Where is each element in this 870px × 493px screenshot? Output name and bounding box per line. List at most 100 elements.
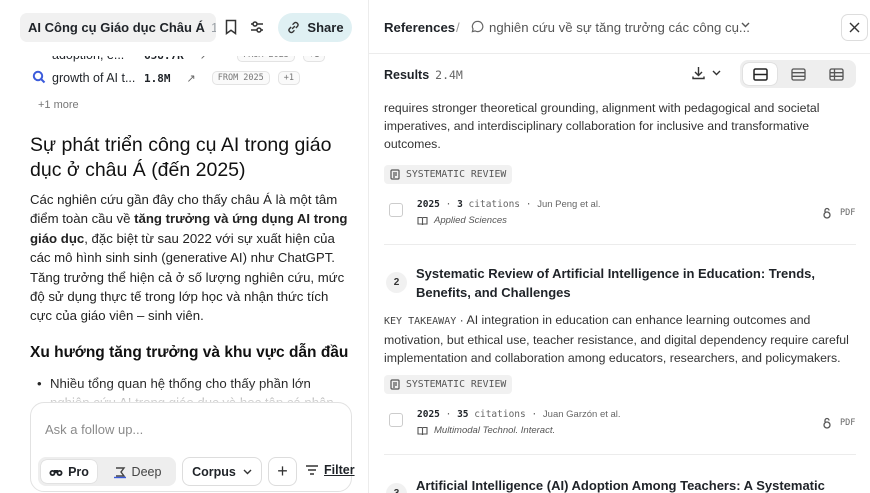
chat-bubble-icon xyxy=(471,20,484,33)
meta-line: 2025 · 3 citations · Jun Peng et al. xyxy=(417,199,601,210)
abstract-text: requires stronger theoretical grounding,… xyxy=(384,101,820,151)
deep-label: Deep xyxy=(131,464,162,479)
journal: Multimodal Technol. Interact. xyxy=(434,425,556,436)
result-separator xyxy=(384,454,856,455)
filter-button[interactable]: Filter xyxy=(305,463,355,477)
external-arrow-icon: ↗ xyxy=(186,72,196,85)
open-access-lock-icon xyxy=(823,207,831,219)
rows-view-icon xyxy=(790,67,806,81)
deep-search-icon xyxy=(113,466,126,478)
table-view-button[interactable] xyxy=(819,63,853,85)
results-label: Results xyxy=(384,68,430,82)
thread-panel: AI Công cụ Giáo dục Châu Á1 Share adopti… xyxy=(0,0,368,493)
references-title: References xyxy=(384,20,456,35)
source-count: 1.8M xyxy=(144,71,171,85)
result-number-badge: 3 xyxy=(386,483,407,493)
journal-line: Multimodal Technol. Interact. xyxy=(417,425,555,436)
document-icon xyxy=(390,169,400,180)
query-breadcrumb[interactable]: nghiên cứu về sự tăng trưởng các công cụ… xyxy=(489,20,750,35)
chevron-down-icon xyxy=(243,469,252,474)
follow-up-input[interactable]: Ask a follow up... xyxy=(45,422,143,437)
journal: Applied Sciences xyxy=(434,215,507,226)
select-checkbox[interactable] xyxy=(389,203,403,217)
article-paragraph: Các nghiên cứu gần đây cho thấy châu Á l… xyxy=(30,190,352,326)
filter-label: Filter xyxy=(324,463,355,477)
article-heading: Sự phát triển công cụ AI trong giáo dục … xyxy=(30,134,332,181)
close-icon xyxy=(849,22,860,33)
plus-icon: + xyxy=(277,461,288,481)
pro-mode-button[interactable]: Pro xyxy=(41,460,97,483)
authors: Jun Peng et al. xyxy=(537,199,601,210)
journal-line: Applied Sciences xyxy=(417,215,507,226)
table-view-icon xyxy=(828,67,844,81)
thread-title-pill[interactable]: AI Công cụ Giáo dục Châu Á 1 xyxy=(20,13,216,42)
share-label: Share xyxy=(307,20,344,35)
source-date-chip: FROM 2025 xyxy=(211,71,270,85)
download-button[interactable] xyxy=(691,65,721,80)
add-button[interactable]: + xyxy=(268,457,297,486)
tag-label: SYSTEMATIC REVIEW xyxy=(406,379,507,390)
filter-icon xyxy=(306,465,318,475)
result-title[interactable]: Systematic Review of Artificial Intellig… xyxy=(416,264,856,302)
book-icon xyxy=(417,426,428,435)
share-button[interactable]: Share xyxy=(278,13,352,42)
open-access-lock-icon xyxy=(823,417,831,429)
article-subheading: Xu hướng tăng trưởng và khu vực dẫn đầu xyxy=(30,344,349,361)
view-switcher xyxy=(740,60,856,88)
thread-count: 1 xyxy=(210,20,216,35)
close-button[interactable] xyxy=(841,14,868,41)
download-icon xyxy=(692,67,705,80)
citation-count: 3 xyxy=(457,199,463,210)
study-type-tag: SYSTEMATIC REVIEW xyxy=(384,165,513,184)
references-panel: References / nghiên cứu về sự tăng trưởn… xyxy=(369,0,870,493)
results-number: 2.4M xyxy=(435,68,463,82)
binoculars-icon xyxy=(49,469,63,476)
citations-label: citations xyxy=(468,199,521,210)
chevron-down-icon[interactable] xyxy=(741,22,750,28)
result-meta: 2025 · 35 citations · Juan Garzón et al.… xyxy=(389,409,859,443)
list-view-button[interactable] xyxy=(743,63,777,85)
pro-label: Pro xyxy=(68,464,89,479)
bookmark-icon[interactable] xyxy=(222,18,240,36)
result-abstract: requires stronger theoretical grounding,… xyxy=(384,99,854,155)
thread-topbar: AI Công cụ Giáo dục Châu Á 1 Share xyxy=(0,0,368,56)
breadcrumb-separator: / xyxy=(456,20,460,35)
result-title[interactable]: Artificial Intelligence (AI) Adoption Am… xyxy=(416,476,856,493)
source-extra-chip: +1 xyxy=(277,71,301,85)
result-abstract: KEY TAKEAWAY · AI integration in educati… xyxy=(384,313,849,365)
results-count: Results 2.4M xyxy=(384,68,463,82)
more-sources-link[interactable]: +1 more xyxy=(38,99,79,111)
citations-label: citations xyxy=(474,409,526,420)
mode-switch: Pro Deep xyxy=(38,457,176,486)
citation-count: 35 xyxy=(457,409,469,420)
key-takeaway-label: KEY TAKEAWAY xyxy=(384,316,457,327)
result-number-badge: 2 xyxy=(386,272,407,293)
settings-sliders-icon[interactable] xyxy=(248,18,266,36)
thread-title: AI Công cụ Giáo dục Châu Á xyxy=(28,20,205,35)
pdf-label: PDF xyxy=(840,208,856,218)
source-title: growth of AI t... xyxy=(52,71,136,85)
pdf-link[interactable]: PDF xyxy=(822,417,855,429)
deep-mode-button[interactable]: Deep xyxy=(102,460,172,483)
tag-label: SYSTEMATIC REVIEW xyxy=(406,169,507,180)
meta-line: 2025 · 35 citations · Juan Garzón et al. xyxy=(417,409,621,420)
split-view-icon xyxy=(752,67,768,81)
follow-up-composer: Ask a follow up... Pro Deep Corpus + Fil… xyxy=(30,402,355,492)
result-meta: 2025 · 3 citations · Jun Peng et al. App… xyxy=(389,199,859,233)
book-icon xyxy=(417,216,428,225)
link-icon xyxy=(288,21,300,34)
references-header: References / nghiên cứu về sự tăng trưởn… xyxy=(369,0,870,54)
compact-view-button[interactable] xyxy=(781,63,815,85)
corpus-label: Corpus xyxy=(192,464,236,479)
select-checkbox[interactable] xyxy=(389,413,403,427)
pdf-label: PDF xyxy=(840,418,856,428)
study-type-tag: SYSTEMATIC REVIEW xyxy=(384,375,513,394)
year: 2025 xyxy=(417,409,440,420)
corpus-dropdown[interactable]: Corpus xyxy=(182,457,262,486)
pdf-link[interactable]: PDF xyxy=(822,207,855,219)
year: 2025 xyxy=(417,199,440,210)
chevron-down-icon xyxy=(712,70,721,75)
source-row[interactable]: growth of AI t... 1.8M ↗ FROM 2025 +1 xyxy=(32,69,301,87)
search-source-icon xyxy=(32,70,46,84)
authors: Juan Garzón et al. xyxy=(542,409,621,420)
